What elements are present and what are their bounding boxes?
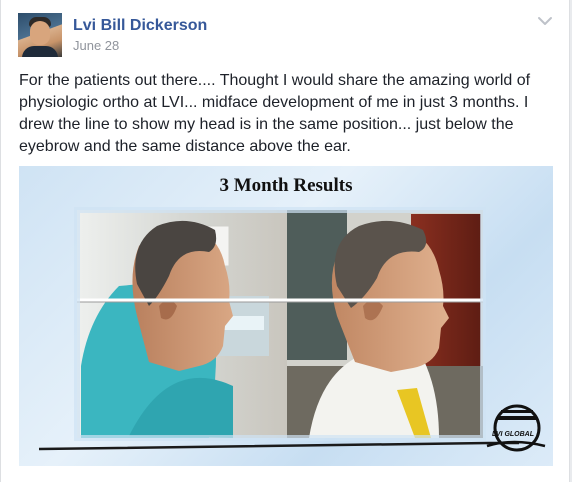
author-name[interactable]: Lvi Bill Dickerson [73, 17, 207, 35]
post-card: Lvi Bill Dickerson June 28 For the patie… [0, 0, 570, 482]
lvi-global-logo: LVI GLOBAL [486, 404, 546, 452]
post-date[interactable]: June 28 [73, 38, 119, 53]
post-text: For the patients out there.... Thought I… [19, 72, 531, 155]
post-photo[interactable]: 3 Month Results LVI GLOBAL [19, 166, 553, 466]
avatar[interactable] [18, 13, 62, 57]
logo-text: LVI GLOBAL [492, 431, 534, 438]
chevron-down-icon[interactable] [537, 14, 553, 28]
before-after-photo [38, 207, 519, 451]
